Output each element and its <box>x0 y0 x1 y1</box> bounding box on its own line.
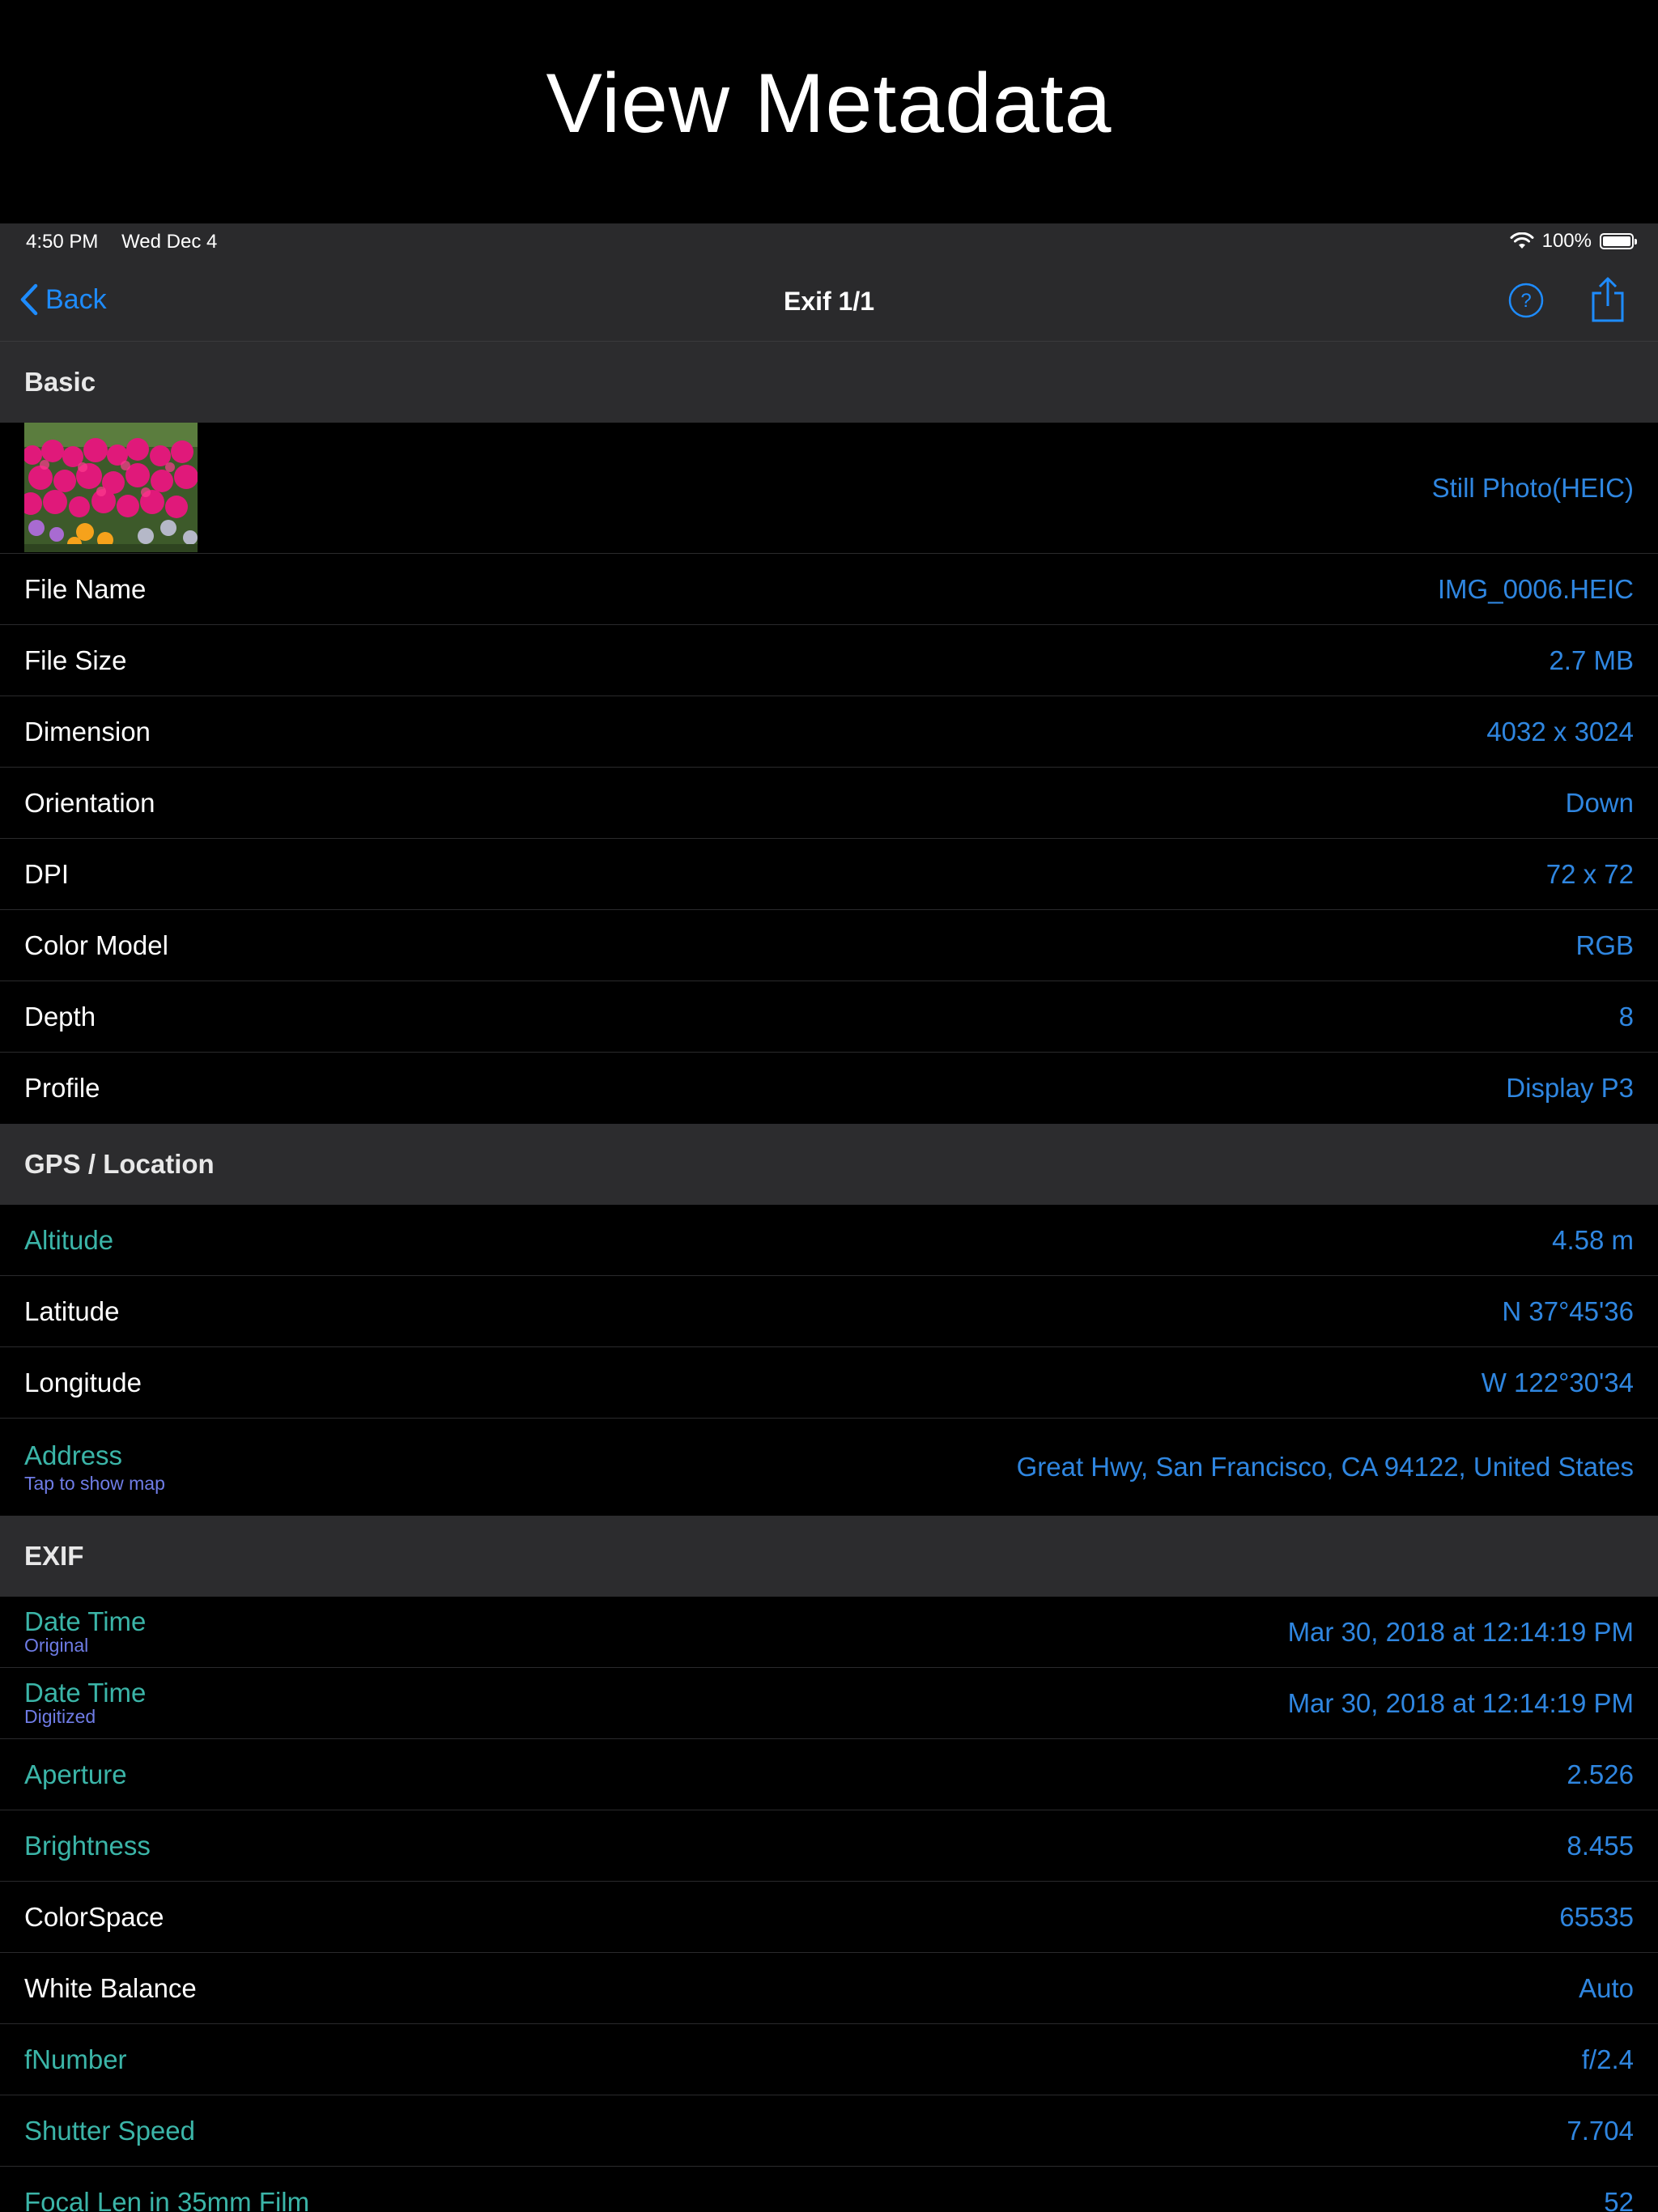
row-label: Date Time <box>24 1677 147 1708</box>
app-screen: 4:50 PM Wed Dec 4 100% Back Exif 1/1 ? B… <box>0 223 1658 2212</box>
row-value: 4032 x 3024 <box>1486 716 1634 747</box>
row-latitude[interactable]: Latitude N 37°45'36 <box>0 1276 1658 1347</box>
row-longitude[interactable]: Longitude W 122°30'34 <box>0 1347 1658 1419</box>
svg-text:?: ? <box>1520 290 1531 312</box>
row-value: f/2.4 <box>1581 2044 1634 2074</box>
row-value: 2.526 <box>1567 1759 1634 1789</box>
row-value: RGB <box>1575 929 1634 960</box>
help-button[interactable]: ? <box>1507 282 1545 323</box>
row-dpi[interactable]: DPI 72 x 72 <box>0 839 1658 910</box>
row-label: Dimension <box>24 716 151 747</box>
row-value: 8 <box>1618 1001 1634 1032</box>
row-label: White Balance <box>24 1972 197 2003</box>
metadata-list[interactable]: Basic Still Photo(HEIC) File Name IMG_00… <box>0 342 1658 2212</box>
row-value: 52 <box>1604 2186 1634 2212</box>
row-value: W 122°30'34 <box>1481 1367 1634 1397</box>
share-button[interactable] <box>1588 275 1627 328</box>
row-label: Address <box>24 1440 123 1470</box>
battery-icon <box>1600 233 1637 249</box>
row-label: Latitude <box>24 1295 120 1326</box>
row-address[interactable]: Address Tap to show map Great Hwy, San F… <box>0 1419 1658 1516</box>
row-fnumber[interactable]: fNumber f/2.4 <box>0 2024 1658 2095</box>
photo-thumbnail[interactable] <box>24 423 198 552</box>
share-icon <box>1592 277 1624 322</box>
row-value: N 37°45'36 <box>1502 1295 1634 1326</box>
row-label: Profile <box>24 1073 100 1103</box>
row-label: DPI <box>24 858 70 889</box>
row-datetime-original[interactable]: Date Time Original Mar 30, 2018 at 12:14… <box>0 1597 1658 1668</box>
thumbnail-row[interactable]: Still Photo(HEIC) <box>0 423 1658 554</box>
row-brightness[interactable]: Brightness 8.455 <box>0 1810 1658 1882</box>
row-value: Mar 30, 2018 at 12:14:19 PM <box>1287 1687 1634 1718</box>
media-type-value: Still Photo(HEIC) <box>1431 473 1634 503</box>
navigation-bar: Back Exif 1/1 ? <box>0 261 1658 342</box>
row-value: Display P3 <box>1506 1073 1634 1103</box>
status-time: 4:50 PM <box>26 231 99 253</box>
row-value: Great Hwy, San Francisco, CA 94122, Unit… <box>1016 1452 1634 1482</box>
help-circle-icon: ? <box>1508 283 1544 318</box>
row-file-size[interactable]: File Size 2.7 MB <box>0 625 1658 696</box>
row-value: 4.58 m <box>1552 1224 1634 1255</box>
row-value: IMG_0006.HEIC <box>1437 573 1634 604</box>
wifi-icon <box>1510 232 1534 249</box>
row-aperture[interactable]: Aperture 2.526 <box>0 1739 1658 1810</box>
row-label: Depth <box>24 1001 96 1032</box>
row-label: Longitude <box>24 1367 142 1397</box>
promo-banner: View Metadata <box>0 0 1658 223</box>
row-value: 8.455 <box>1567 1830 1634 1861</box>
promo-title: View Metadata <box>546 56 1112 151</box>
row-label: Orientation <box>24 787 155 818</box>
row-colorspace[interactable]: ColorSpace 65535 <box>0 1882 1658 1953</box>
row-label: Color Model <box>24 929 168 960</box>
row-orientation[interactable]: Orientation Down <box>0 768 1658 839</box>
section-header-gps: GPS / Location <box>0 1124 1658 1205</box>
row-color-model[interactable]: Color Model RGB <box>0 910 1658 981</box>
row-sublabel: Original <box>24 1635 89 1657</box>
row-value: 2.7 MB <box>1549 644 1634 675</box>
row-label: fNumber <box>24 2044 127 2074</box>
row-focal-length-35mm[interactable]: Focal Len in 35mm Film 52 <box>0 2167 1658 2212</box>
row-label: File Name <box>24 573 147 604</box>
row-dimension[interactable]: Dimension 4032 x 3024 <box>0 696 1658 768</box>
row-label: File Size <box>24 644 127 675</box>
row-file-name[interactable]: File Name IMG_0006.HEIC <box>0 554 1658 625</box>
row-value: 72 x 72 <box>1545 858 1634 889</box>
row-shutter-speed[interactable]: Shutter Speed 7.704 <box>0 2095 1658 2167</box>
row-label: Shutter Speed <box>24 2115 195 2146</box>
row-value: 7.704 <box>1567 2115 1634 2146</box>
row-profile[interactable]: Profile Display P3 <box>0 1053 1658 1124</box>
row-label: Focal Len in 35mm Film <box>24 2186 310 2212</box>
row-label: Date Time <box>24 1606 147 1636</box>
row-value: Mar 30, 2018 at 12:14:19 PM <box>1287 1616 1634 1647</box>
row-label: Altitude <box>24 1224 114 1255</box>
flower-photo-image <box>24 423 198 552</box>
row-label: ColorSpace <box>24 1901 164 1932</box>
status-date: Wed Dec 4 <box>121 231 218 253</box>
row-depth[interactable]: Depth 8 <box>0 981 1658 1053</box>
row-datetime-digitized[interactable]: Date Time Digitized Mar 30, 2018 at 12:1… <box>0 1668 1658 1739</box>
row-label: Brightness <box>24 1830 151 1861</box>
row-altitude[interactable]: Altitude 4.58 m <box>0 1205 1658 1276</box>
section-header-exif: EXIF <box>0 1516 1658 1597</box>
row-value: 65535 <box>1559 1901 1634 1932</box>
status-bar: 4:50 PM Wed Dec 4 100% <box>0 223 1658 261</box>
row-white-balance[interactable]: White Balance Auto <box>0 1953 1658 2024</box>
nav-title: Exif 1/1 <box>783 287 875 316</box>
row-sublabel: Digitized <box>24 1706 96 1728</box>
battery-percent: 100% <box>1541 230 1592 252</box>
row-value: Auto <box>1579 1972 1634 2003</box>
battery-fill <box>1603 236 1630 246</box>
row-value: Down <box>1565 787 1634 818</box>
show-map-hint[interactable]: Tap to show map <box>24 1473 165 1495</box>
row-label: Aperture <box>24 1759 127 1789</box>
section-header-basic: Basic <box>0 342 1658 423</box>
